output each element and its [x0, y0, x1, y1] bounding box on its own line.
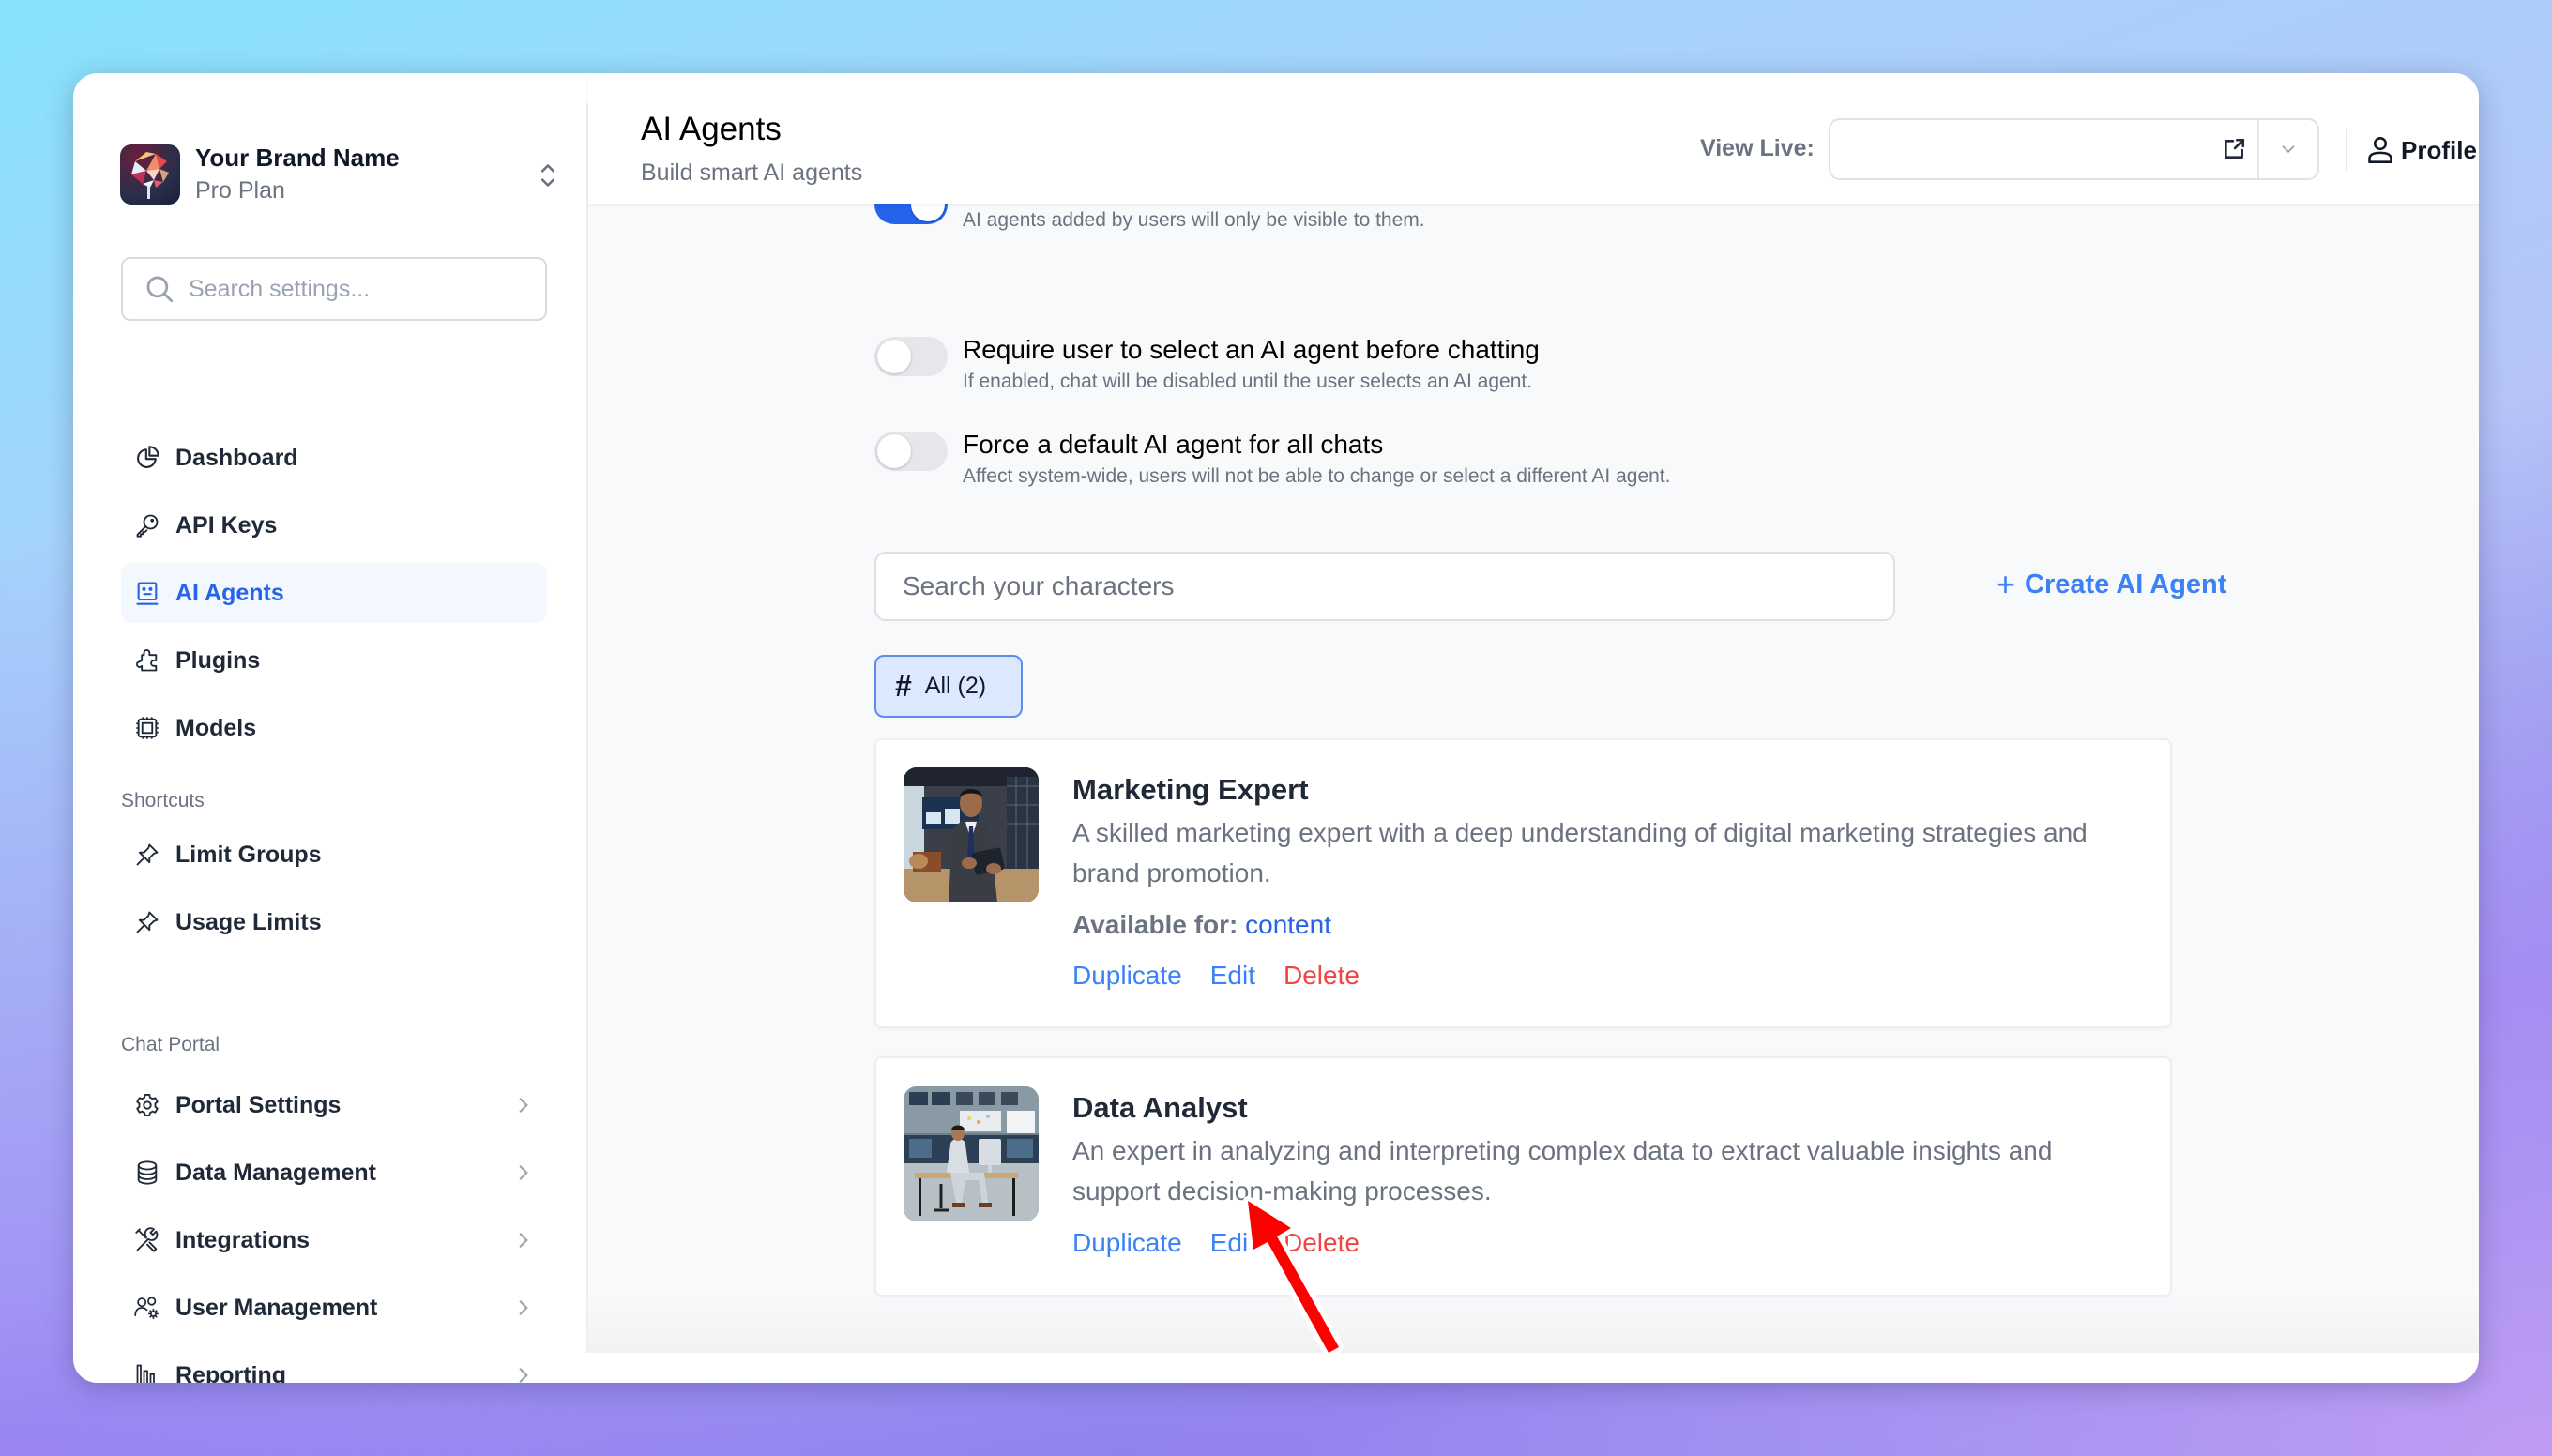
- toggle-title: Require user to select an AI agent befor…: [963, 335, 1540, 364]
- sidebar: Your Brand Name Pro Plan Dashboard AP: [73, 73, 586, 1383]
- agent-card: Marketing Expert A skilled marketing exp…: [874, 738, 2172, 1028]
- chevron-right-icon: [519, 1300, 528, 1315]
- sidebar-item-portal-settings[interactable]: Portal Settings: [121, 1075, 547, 1135]
- open-external-button[interactable]: [2210, 120, 2257, 178]
- key-icon: [136, 514, 159, 538]
- availability-label: Available for:: [1072, 910, 1238, 939]
- pin-icon: [136, 911, 159, 933]
- chevron-up-down-icon[interactable]: [535, 159, 561, 191]
- agent-card-body: Marketing Expert A skilled marketing exp…: [1072, 771, 2114, 994]
- agent-avatar: [904, 1086, 1039, 1221]
- agent-actions: Duplicate Edit Delete: [1072, 1224, 2114, 1262]
- view-live-input[interactable]: [1830, 120, 2210, 178]
- sidebar-item-usage-limits[interactable]: Usage Limits: [121, 892, 547, 952]
- chat-portal-section-label: Chat Portal: [121, 1034, 220, 1055]
- brain-icon: [120, 144, 180, 205]
- delete-button[interactable]: Delete: [1284, 957, 1360, 994]
- agent-avatar: [904, 767, 1039, 902]
- gear-icon: [136, 1093, 159, 1117]
- agent-availability: Available for: content: [1072, 906, 2114, 944]
- chevron-right-icon: [519, 1098, 528, 1113]
- view-live-select[interactable]: [1829, 118, 2319, 180]
- hashtag-icon: #: [895, 669, 912, 703]
- users-gear-icon: [134, 1297, 159, 1319]
- agent-actions: Duplicate Edit Delete: [1072, 957, 2114, 994]
- sidebar-item-plugins[interactable]: Plugins: [121, 630, 547, 690]
- force-default-agent-toggle[interactable]: [874, 432, 948, 471]
- robot-face-icon: [136, 582, 159, 605]
- brand-switcher[interactable]: Your Brand Name Pro Plan: [120, 143, 561, 206]
- header-divider: [2346, 129, 2347, 171]
- main-content: AI agents added by users will only be vi…: [588, 204, 2479, 1353]
- database-icon: [137, 1160, 158, 1185]
- character-search-input[interactable]: [874, 552, 1895, 621]
- agent-card: Data Analyst An expert in analyzing and …: [874, 1056, 2172, 1297]
- agent-description: A skilled marketing expert with a deep u…: [1072, 818, 2088, 887]
- agent-name: Data Analyst: [1072, 1091, 1248, 1124]
- sidebar-item-api-keys[interactable]: API Keys: [121, 495, 547, 555]
- external-link-icon: [2225, 138, 2245, 159]
- duplicate-button[interactable]: Duplicate: [1072, 1224, 1182, 1262]
- pie-chart-icon: [137, 446, 160, 468]
- shortcuts-section-label: Shortcuts: [121, 790, 205, 811]
- page-subtitle: Build smart AI agents: [641, 159, 863, 186]
- wrench-screwdriver-icon: [135, 1227, 159, 1252]
- toggle-description: If enabled, chat will be disabled until …: [963, 371, 1533, 392]
- toggle-title: Force a default AI agent for all chats: [963, 430, 1384, 459]
- agent-name: Marketing Expert: [1072, 773, 1309, 806]
- sidebar-item-dashboard[interactable]: Dashboard: [121, 428, 547, 488]
- toggle-description: Affect system-wide, users will not be ab…: [963, 465, 1671, 487]
- settings-search-input[interactable]: [189, 275, 526, 303]
- require-agent-toggle[interactable]: [874, 337, 948, 376]
- sidebar-item-ai-agents[interactable]: AI Agents: [121, 563, 547, 623]
- sidebar-item-user-management[interactable]: User Management: [121, 1278, 547, 1338]
- agent-description: An expert in analyzing and interpreting …: [1072, 1136, 2053, 1206]
- sidebar-item-reporting[interactable]: Reporting: [121, 1345, 547, 1383]
- profile-button[interactable]: Profile: [2367, 129, 2477, 171]
- search-icon: [146, 276, 174, 303]
- settings-search[interactable]: [121, 257, 547, 321]
- filter-chip-all[interactable]: # All (2): [874, 655, 1023, 718]
- toggle-description: AI agents added by users will only be vi…: [963, 209, 1425, 231]
- brand-name: Your Brand Name: [195, 144, 400, 172]
- sidebar-item-integrations[interactable]: Integrations: [121, 1210, 547, 1270]
- agent-card-body: Data Analyst An expert in analyzing and …: [1072, 1089, 2114, 1262]
- chevron-right-icon: [519, 1368, 528, 1383]
- availability-value-link[interactable]: content: [1245, 910, 1331, 939]
- sidebar-item-limit-groups[interactable]: Limit Groups: [121, 825, 547, 885]
- user-agents-private-toggle[interactable]: [874, 204, 948, 224]
- chevron-down-icon: [2282, 145, 2295, 154]
- view-live-dropdown-button[interactable]: [2257, 120, 2317, 178]
- page-title: AI Agents: [641, 111, 782, 147]
- app-window: Your Brand Name Pro Plan Dashboard AP: [73, 73, 2479, 1383]
- chevron-right-icon: [519, 1233, 528, 1248]
- bar-chart-icon: [136, 1364, 155, 1383]
- puzzle-icon: [136, 649, 158, 672]
- cpu-chip-icon: [136, 717, 159, 739]
- user-icon: [2368, 137, 2392, 163]
- chevron-right-icon: [519, 1165, 528, 1180]
- content-bottom-fade: [588, 1297, 2479, 1353]
- brand-plan: Pro Plan: [195, 177, 285, 204]
- plus-icon: +: [1996, 565, 2016, 603]
- pin-icon: [136, 843, 159, 866]
- edit-button[interactable]: Edit: [1210, 957, 1255, 994]
- view-live-label: View Live:: [1700, 135, 1815, 161]
- sidebar-item-models[interactable]: Models: [121, 698, 547, 758]
- create-ai-agent-button[interactable]: + Create AI Agent: [1996, 568, 2226, 601]
- edit-button[interactable]: Edit: [1210, 1224, 1255, 1262]
- delete-button[interactable]: Delete: [1284, 1224, 1360, 1262]
- page-header: AI Agents Build smart AI agents View Liv…: [588, 73, 2479, 204]
- duplicate-button[interactable]: Duplicate: [1072, 957, 1182, 994]
- sidebar-item-data-management[interactable]: Data Management: [121, 1143, 547, 1203]
